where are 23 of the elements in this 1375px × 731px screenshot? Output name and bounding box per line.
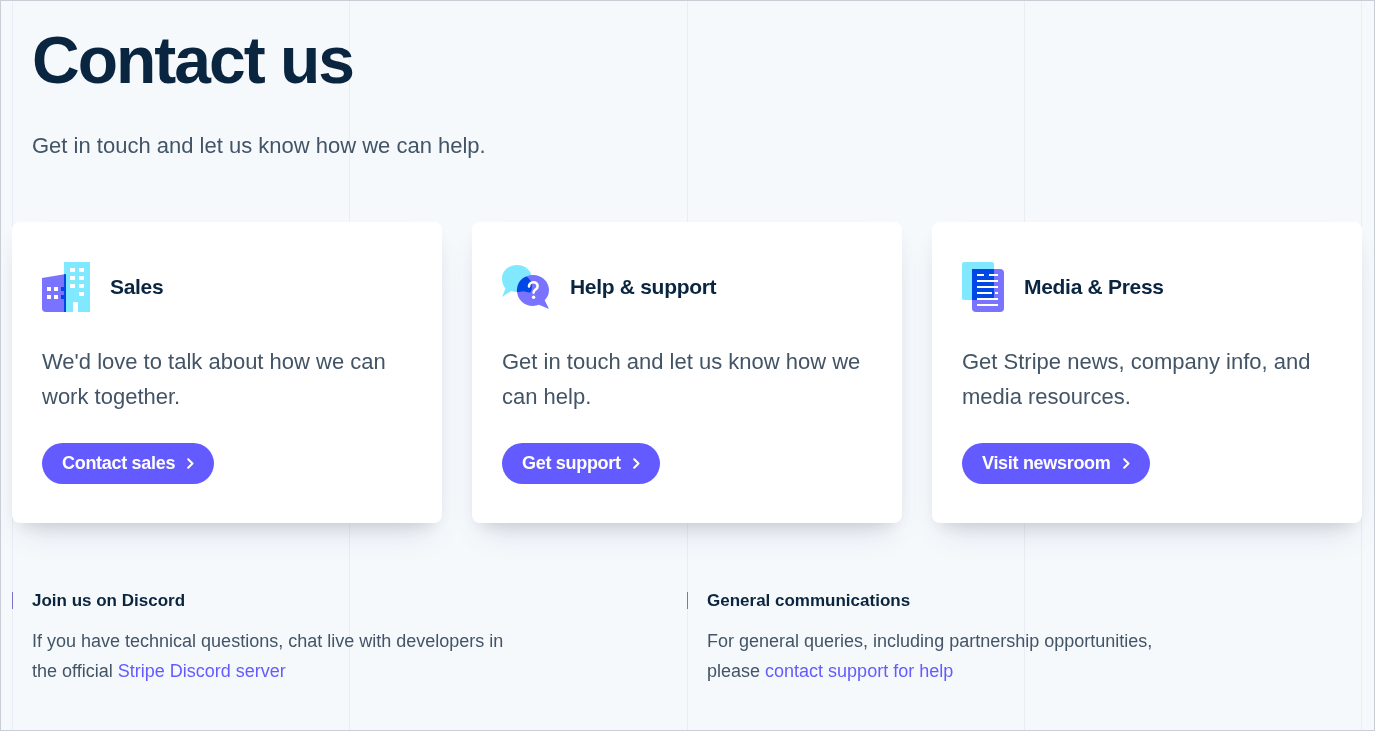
section-text: If you have technical questions, chat live with developers in the official Stripe Discord server xyxy=(32,630,505,683)
card-button[interactable]: Visit newsroom xyxy=(962,443,1150,484)
card-description: Get in touch and let us know how we can help. xyxy=(502,348,862,411)
text-link[interactable]: Stripe Discord server xyxy=(117,661,286,681)
card-title: Media & Press xyxy=(1024,275,1164,299)
buildings-icon xyxy=(42,262,90,312)
section-heading: Join us on Discord xyxy=(32,591,186,611)
text-link[interactable]: contact support for help xyxy=(765,661,954,681)
page-subtitle: Get in touch and let us know how we can help. xyxy=(32,132,486,160)
document-icon xyxy=(962,262,1004,312)
chevron-right-icon xyxy=(1122,458,1130,469)
card-title: Sales xyxy=(110,275,164,299)
section-heading: General communications xyxy=(707,591,911,611)
question-chat-icon xyxy=(502,265,550,309)
card-button[interactable]: Contact sales xyxy=(42,443,215,484)
card-title: Help & support xyxy=(570,275,717,299)
chevron-right-icon xyxy=(187,458,195,469)
card-button[interactable]: Get support xyxy=(502,443,660,484)
card-description: We'd love to talk about how we can work together. xyxy=(42,348,387,411)
card-description: Get Stripe news, company info, and media resources. xyxy=(962,348,1312,411)
section-text: For general queries, including partnership opportunities, please contact support for help xyxy=(707,630,1154,683)
chevron-right-icon xyxy=(632,458,640,469)
page-title: Contact us xyxy=(32,22,354,98)
